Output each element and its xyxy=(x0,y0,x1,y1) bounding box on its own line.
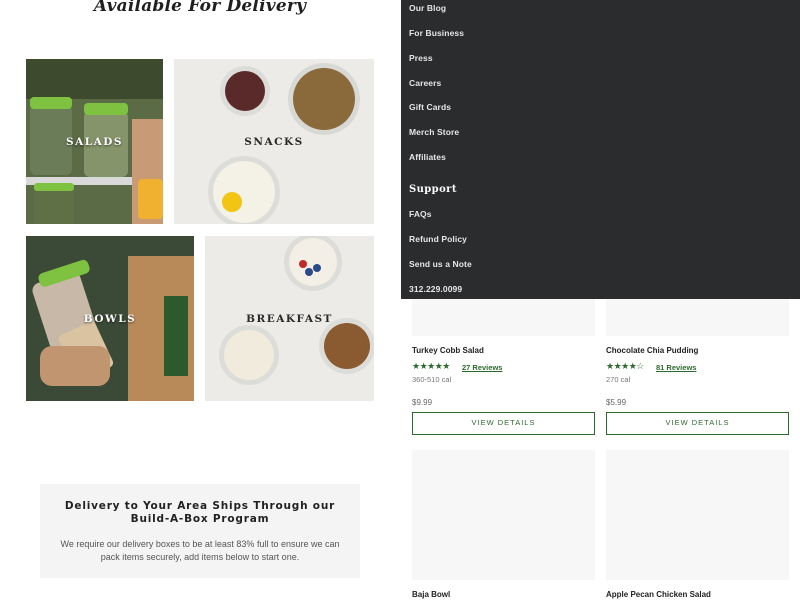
product-reviews-link[interactable]: 27 Reviews xyxy=(462,363,502,372)
product-reviews-link[interactable]: 81 Reviews xyxy=(656,363,696,372)
category-tile-breakfast[interactable]: BREAKFAST xyxy=(205,236,374,401)
product-name[interactable]: Baja Bowl xyxy=(412,590,450,599)
view-details-button[interactable]: VIEW DETAILS xyxy=(412,412,595,435)
product-name[interactable]: Chocolate Chia Pudding xyxy=(606,346,698,355)
menu-item-affiliates[interactable]: Affiliates xyxy=(409,152,446,162)
tile-label-breakfast: BREAKFAST xyxy=(246,312,333,325)
category-tile-bowls[interactable]: BOWLS xyxy=(26,236,194,401)
tile-label-bowls: BOWLS xyxy=(83,312,137,325)
category-tile-salads[interactable]: SALADS xyxy=(26,59,163,224)
menu-item-merch-store[interactable]: Merch Store xyxy=(409,127,459,137)
support-heading: Support xyxy=(409,184,457,195)
menu-item-press[interactable]: Press xyxy=(409,53,433,63)
menu-item-for-business[interactable]: For Business xyxy=(409,28,464,38)
notice-body: We require our delivery boxes to be at l… xyxy=(60,539,340,562)
menu-item-faqs[interactable]: FAQs xyxy=(409,209,432,219)
menu-item-send-note[interactable]: Send us a Note xyxy=(409,259,472,269)
menu-item-careers[interactable]: Careers xyxy=(409,78,441,88)
build-a-box-notice: Delivery to Your Area Ships Through our … xyxy=(40,484,360,578)
tile-label-salads: SALADS xyxy=(66,135,123,148)
page-heading: Available For Delivery xyxy=(93,0,307,16)
menu-item-our-blog[interactable]: Our Blog xyxy=(409,3,446,13)
menu-item-gift-cards[interactable]: Gift Cards xyxy=(409,102,451,112)
product-calories: 270 cal xyxy=(606,375,631,384)
product-name[interactable]: Apple Pecan Chicken Salad xyxy=(606,590,711,599)
product-image[interactable] xyxy=(412,450,595,580)
footer-menu-dropdown: Our Blog For Business Press Careers Gift… xyxy=(401,0,800,299)
filled-stars: ★★★★ xyxy=(606,361,637,371)
menu-item-phone[interactable]: 312.229.0099 xyxy=(409,284,462,294)
product-rating-stars: ★★★★★ xyxy=(412,361,450,371)
product-calories: 360-510 cal xyxy=(412,375,452,384)
product-rating-stars: ★★★★☆ xyxy=(606,361,644,372)
tile-label-snacks: SNACKS xyxy=(244,135,304,148)
product-image[interactable] xyxy=(606,450,789,580)
product-name[interactable]: Turkey Cobb Salad xyxy=(412,346,484,355)
empty-star-icon: ☆ xyxy=(636,361,644,371)
notice-title: Delivery to Your Area Ships Through our … xyxy=(64,500,336,525)
category-tile-snacks[interactable]: SNACKS xyxy=(174,59,374,224)
menu-item-refund-policy[interactable]: Refund Policy xyxy=(409,234,467,244)
view-details-button[interactable]: VIEW DETAILS xyxy=(606,412,789,435)
product-price: $5.99 xyxy=(606,398,627,407)
product-price: $9.99 xyxy=(412,398,433,407)
